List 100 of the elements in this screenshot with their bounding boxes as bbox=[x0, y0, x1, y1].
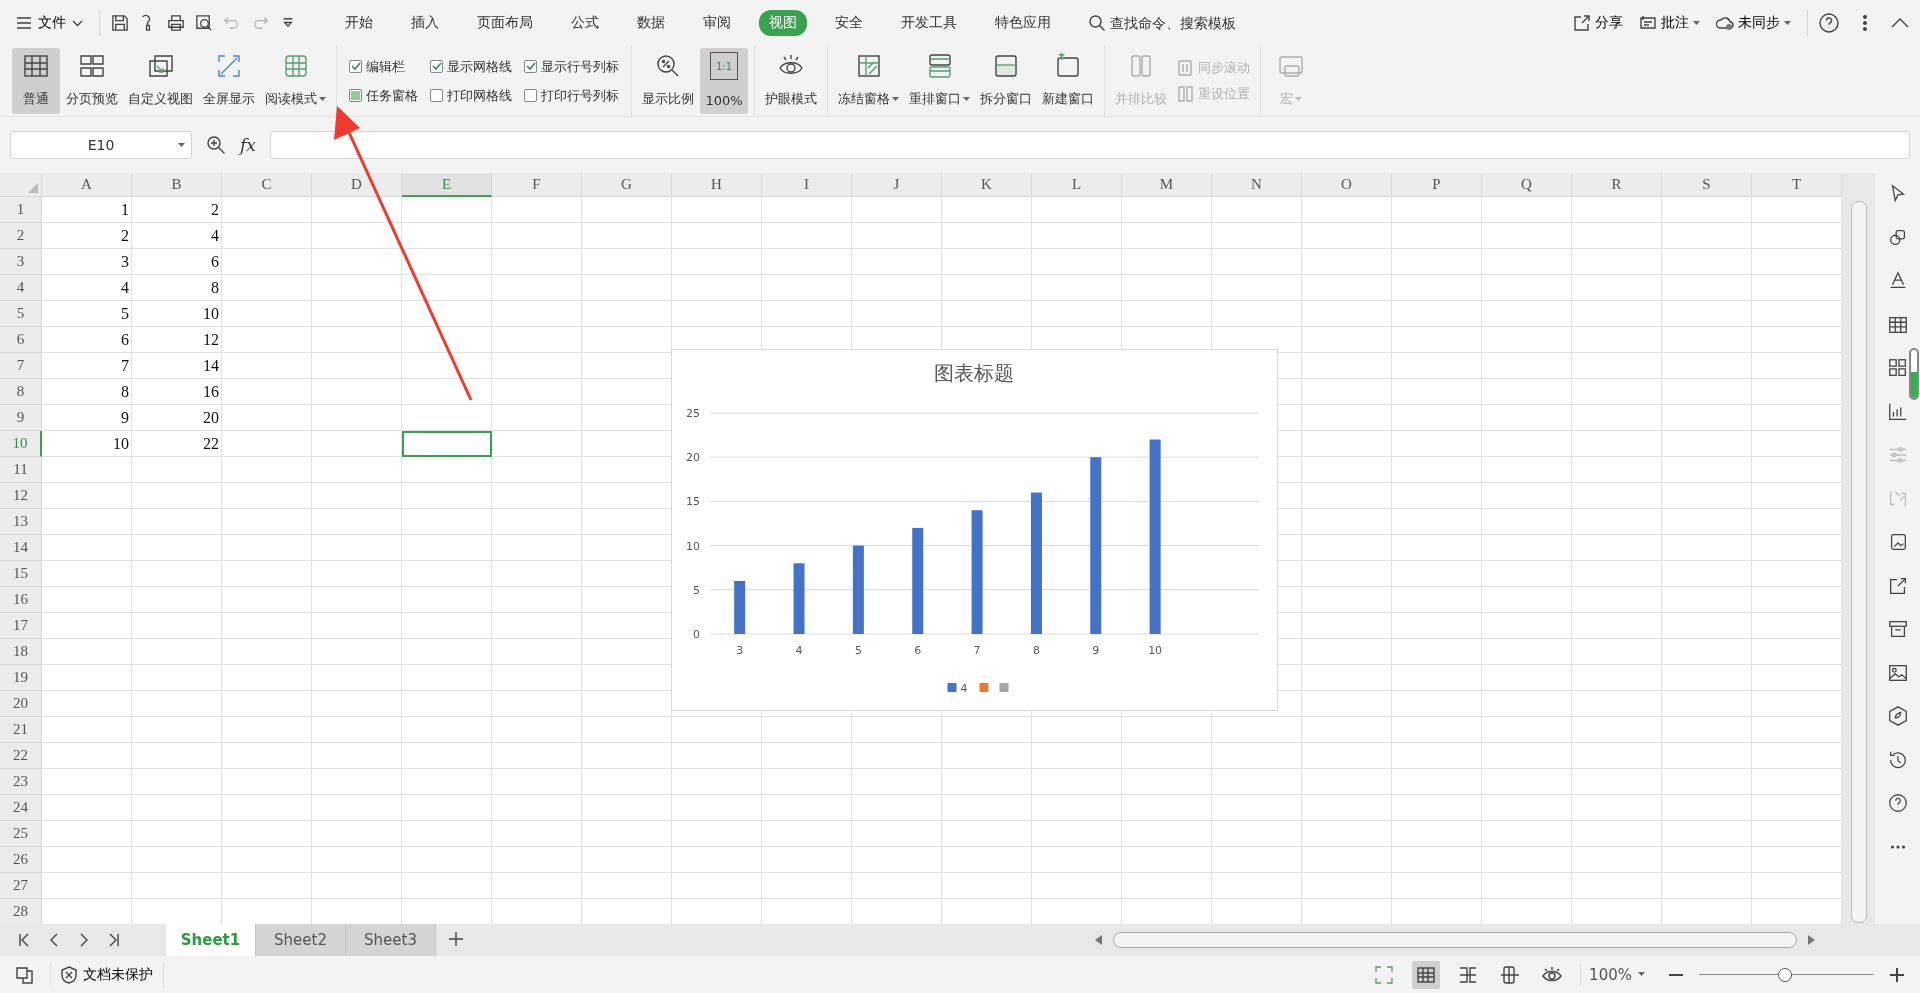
more-icon[interactable] bbox=[1862, 13, 1868, 33]
protection-status[interactable]: 文档未保护 bbox=[50, 961, 164, 988]
active-cell[interactable] bbox=[402, 431, 492, 457]
file-menu[interactable]: 文件 bbox=[10, 10, 89, 36]
ribbon-tab[interactable]: 公式 bbox=[561, 10, 609, 36]
checkbox[interactable] bbox=[349, 60, 362, 73]
column-header[interactable]: J bbox=[852, 173, 942, 197]
ribbon-tab[interactable]: 审阅 bbox=[693, 10, 741, 36]
help-icon[interactable] bbox=[1886, 792, 1909, 814]
column-header[interactable]: P bbox=[1392, 173, 1482, 197]
last-sheet-icon[interactable] bbox=[108, 933, 120, 947]
row-header[interactable]: 7 bbox=[0, 353, 42, 379]
row-header[interactable]: 28 bbox=[0, 899, 42, 924]
row-header[interactable]: 13 bbox=[0, 509, 42, 535]
ribbon-button[interactable]: 1:1 100% bbox=[700, 48, 748, 114]
ribbon-tab[interactable]: 数据 bbox=[627, 10, 675, 36]
row-header[interactable]: 3 bbox=[0, 249, 42, 275]
row-header[interactable]: 9 bbox=[0, 405, 42, 431]
first-sheet-icon[interactable] bbox=[18, 933, 30, 947]
toolbar-action[interactable]: 分享 bbox=[1567, 12, 1629, 34]
toolbar-action[interactable]: 批注 bbox=[1633, 12, 1706, 34]
checkbox[interactable] bbox=[524, 60, 537, 73]
ribbon-button[interactable]: 分页预览 bbox=[62, 48, 122, 114]
ribbon-button[interactable]: 全屏显示 bbox=[199, 48, 259, 114]
apps-icon[interactable] bbox=[1886, 357, 1909, 379]
formula-field[interactable] bbox=[269, 131, 1910, 159]
view-button[interactable] bbox=[1412, 960, 1441, 989]
checkbox[interactable] bbox=[430, 89, 443, 102]
column-header[interactable]: S bbox=[1662, 173, 1752, 197]
column-header[interactable]: T bbox=[1752, 173, 1842, 197]
checkbox[interactable] bbox=[524, 89, 537, 102]
row-header[interactable]: 1 bbox=[0, 197, 42, 223]
row-header[interactable]: 8 bbox=[0, 379, 42, 405]
ribbon-button[interactable]: 普通 bbox=[12, 48, 60, 114]
column-header[interactable]: C bbox=[222, 173, 312, 197]
row-header[interactable]: 20 bbox=[0, 691, 42, 717]
row-header[interactable]: 27 bbox=[0, 873, 42, 899]
row-header[interactable]: 19 bbox=[0, 665, 42, 691]
row-header[interactable]: 11 bbox=[0, 457, 42, 483]
zoom-icon[interactable] bbox=[206, 135, 226, 155]
function-label[interactable]: fx bbox=[240, 135, 256, 155]
slider-thumb[interactable] bbox=[1777, 967, 1792, 982]
add-icon[interactable] bbox=[448, 930, 464, 947]
help-icon[interactable] bbox=[1818, 12, 1840, 34]
column-header[interactable]: I bbox=[762, 173, 852, 197]
row-header[interactable]: 6 bbox=[0, 327, 42, 353]
search-field[interactable]: 查找命令、搜索模板 bbox=[1110, 15, 1270, 31]
ribbon-tab[interactable]: 页面布局 bbox=[467, 10, 543, 36]
column-header[interactable]: F bbox=[492, 173, 582, 197]
row-header[interactable]: 22 bbox=[0, 743, 42, 769]
sheet-tab[interactable]: Sheet1 bbox=[166, 924, 256, 956]
ribbon-button[interactable]: 冻结窗格 bbox=[834, 48, 903, 114]
ribbon-button[interactable]: 护眼模式 bbox=[761, 48, 821, 114]
checkbox[interactable] bbox=[430, 60, 443, 73]
ribbon-tab[interactable]: 特色应用 bbox=[985, 10, 1061, 36]
zoom-in-icon[interactable] bbox=[1888, 965, 1906, 984]
row-header[interactable]: 25 bbox=[0, 821, 42, 847]
bar-chart[interactable]: 图表标题 0 5 10 15 20 25 3 4 5 6 7 8 9 10 4 bbox=[671, 349, 1278, 711]
toolbar-action[interactable]: 未同步 bbox=[1710, 12, 1797, 34]
row-header[interactable]: 4 bbox=[0, 275, 42, 301]
row-header[interactable]: 5 bbox=[0, 301, 42, 327]
column-header[interactable]: A bbox=[42, 173, 132, 197]
name-box[interactable]: E10 bbox=[10, 131, 192, 159]
column-header[interactable]: N bbox=[1212, 173, 1302, 197]
ribbon-tab[interactable]: 安全 bbox=[825, 10, 873, 36]
row-header[interactable]: 26 bbox=[0, 847, 42, 873]
vertical-scrollbar[interactable] bbox=[1842, 173, 1875, 924]
row-header[interactable]: 23 bbox=[0, 769, 42, 795]
row-header[interactable]: 17 bbox=[0, 613, 42, 639]
ribbon-button[interactable]: 拆分窗口 bbox=[976, 48, 1036, 114]
column-header[interactable]: O bbox=[1302, 173, 1392, 197]
column-header[interactable]: M bbox=[1122, 173, 1212, 197]
prev-sheet-icon[interactable] bbox=[48, 933, 60, 947]
column-header[interactable]: D bbox=[312, 173, 402, 197]
column-header[interactable]: L bbox=[1032, 173, 1122, 197]
row-header[interactable]: 10 bbox=[0, 431, 42, 457]
row-header[interactable]: 21 bbox=[0, 717, 42, 743]
row-header[interactable]: 16 bbox=[0, 587, 42, 613]
print-icon[interactable] bbox=[166, 13, 186, 33]
ribbon-button[interactable]: 自定义视图 bbox=[124, 48, 197, 114]
ribbon-button[interactable]: 显示比例 bbox=[638, 48, 698, 114]
column-header[interactable]: Q bbox=[1482, 173, 1572, 197]
ribbon-button[interactable]: 阅读模式 bbox=[261, 48, 330, 114]
row-header[interactable]: 12 bbox=[0, 483, 42, 509]
hexagon-leaf-icon[interactable] bbox=[1886, 705, 1909, 727]
archive-icon[interactable] bbox=[1886, 618, 1909, 640]
column-header[interactable]: K bbox=[942, 173, 1032, 197]
save-icon[interactable] bbox=[110, 13, 130, 33]
row-header[interactable]: 14 bbox=[0, 535, 42, 561]
row-header[interactable]: 15 bbox=[0, 561, 42, 587]
zoom-level[interactable]: 100% bbox=[1580, 963, 1653, 986]
panel-handle[interactable] bbox=[1909, 348, 1919, 400]
row-header[interactable]: 18 bbox=[0, 639, 42, 665]
collapse-icon[interactable] bbox=[1890, 17, 1910, 29]
column-header[interactable]: R bbox=[1572, 173, 1662, 197]
column-header[interactable]: B bbox=[132, 173, 222, 197]
row-header[interactable]: 2 bbox=[0, 223, 42, 249]
next-sheet-icon[interactable] bbox=[78, 933, 90, 947]
column-header[interactable]: G bbox=[582, 173, 672, 197]
device-icon[interactable] bbox=[14, 964, 36, 985]
